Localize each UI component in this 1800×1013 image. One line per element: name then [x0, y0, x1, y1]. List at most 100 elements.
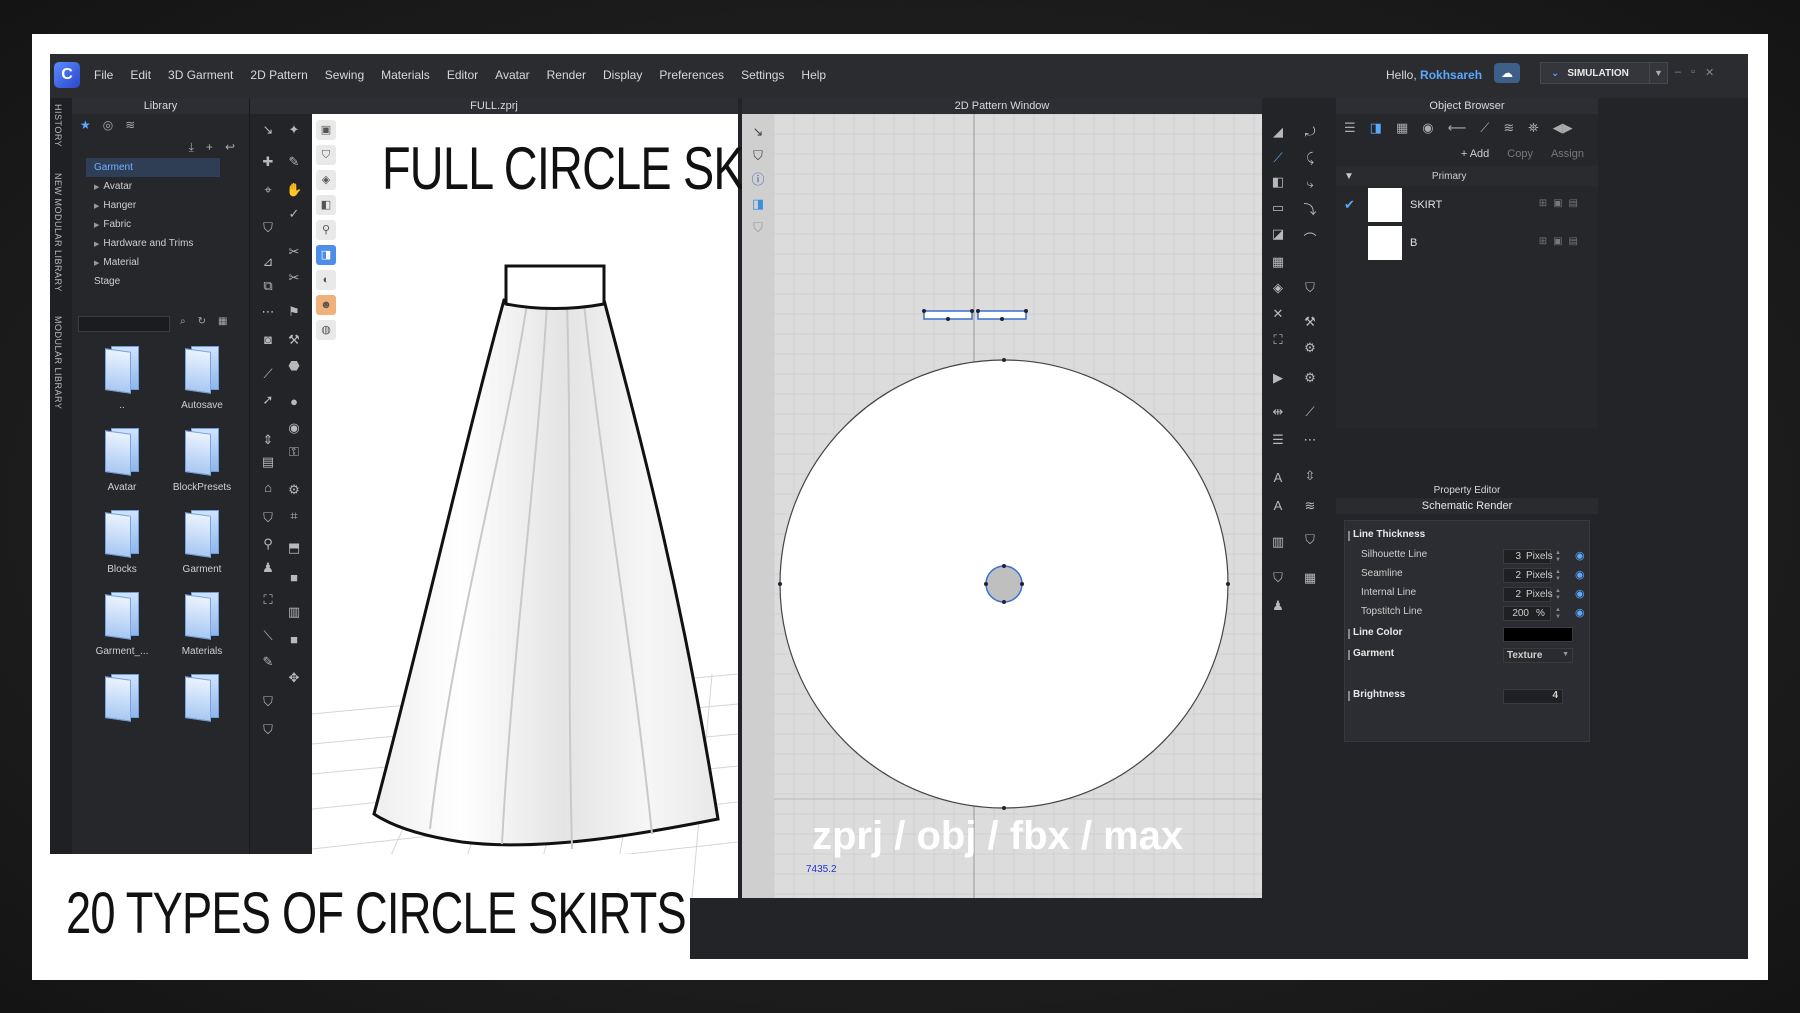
- line-color-swatch[interactable]: [1503, 627, 1573, 642]
- menu-2d-pattern[interactable]: 2D Pattern: [250, 68, 307, 82]
- sew-icon[interactable]: ⛶: [1270, 332, 1286, 348]
- edit-icon[interactable]: ✎: [286, 154, 302, 170]
- tree-item-avatar[interactable]: ▶ Avatar: [86, 177, 249, 196]
- delete-icon[interactable]: ▤: [1569, 236, 1578, 247]
- back-icon[interactable]: ↩: [225, 140, 235, 154]
- measure-icon[interactable]: ⌗: [286, 508, 302, 524]
- fold-icon[interactable]: ✓: [286, 206, 302, 222]
- check-icon[interactable]: ✔: [1344, 197, 1358, 213]
- avatar-pattern-icon[interactable]: ♟: [1270, 598, 1286, 614]
- puckering-icon[interactable]: ⚙: [286, 482, 302, 498]
- favorites-star-icon[interactable]: ★: [80, 118, 91, 132]
- delete-icon[interactable]: ▤: [1569, 198, 1578, 209]
- minimize-icon[interactable]: –: [1675, 66, 1681, 79]
- vertical-measure-icon[interactable]: ⇳: [1302, 468, 1318, 484]
- download-icon[interactable]: ⤓: [189, 140, 194, 154]
- tree-item-hanger[interactable]: ▶ Hanger: [86, 196, 249, 215]
- segment-icon[interactable]: ⊿: [260, 254, 276, 270]
- texture-tab-icon[interactable]: ▦: [1396, 120, 1408, 136]
- menu-settings[interactable]: Settings: [741, 68, 784, 82]
- graphic-tab-icon[interactable]: ⛯: [1528, 120, 1538, 136]
- stepper-icon[interactable]: ▲ ▼: [1555, 550, 1561, 564]
- expand-arrow-icon[interactable]: ▶: [94, 222, 99, 229]
- transform-icon[interactable]: ✚: [260, 154, 276, 170]
- add-point-icon[interactable]: ⤷: [1302, 176, 1318, 192]
- menu-sewing[interactable]: Sewing: [325, 68, 364, 82]
- internal-polygon-icon[interactable]: ◪: [1270, 226, 1286, 242]
- close-icon[interactable]: ✕: [1705, 66, 1714, 79]
- dart-icon[interactable]: ⌒: [1302, 232, 1318, 248]
- grain-icon[interactable]: ▥: [1270, 534, 1286, 550]
- circle-tool-icon[interactable]: ⤵: [1302, 202, 1318, 218]
- cut-icon[interactable]: ✂: [286, 244, 302, 260]
- move-icon[interactable]: ✥: [286, 670, 302, 686]
- copy-button[interactable]: Copy: [1507, 148, 1533, 160]
- pattern-2d-window[interactable]: ↘ ⛉ ⓘ ◨ ⛉ zprj / obj / fbx / max 7435.2: [742, 114, 1262, 898]
- menu-display[interactable]: Display: [603, 68, 642, 82]
- zipper-icon[interactable]: ⇕: [260, 432, 276, 448]
- folder-item[interactable]: [82, 674, 162, 740]
- shading-icon[interactable]: ⬣: [286, 358, 302, 374]
- pattern-canvas[interactable]: [742, 114, 1262, 898]
- folder-item[interactable]: BlockPresets: [162, 428, 242, 494]
- arrow-tool-icon[interactable]: ➚: [260, 392, 276, 408]
- notch-icon[interactable]: ◈: [1270, 280, 1286, 296]
- dress-icon[interactable]: ⛉: [260, 722, 276, 738]
- seam-icon[interactable]: ⧉: [260, 278, 276, 294]
- assign-button[interactable]: Assign: [1551, 148, 1584, 160]
- calendar-icon[interactable]: ▤: [260, 454, 276, 470]
- polygon-icon[interactable]: ◧: [1270, 174, 1286, 190]
- eye-icon[interactable]: ◉: [1575, 587, 1585, 600]
- eye-icon[interactable]: ◉: [1575, 568, 1585, 581]
- menu-file[interactable]: File: [94, 68, 113, 82]
- tree-item-fabric[interactable]: ▶ Fabric: [86, 215, 249, 234]
- dash-line-icon[interactable]: ⋯: [1302, 432, 1318, 448]
- scissors-icon[interactable]: ✂: [286, 270, 302, 286]
- button-tab-icon[interactable]: ◉: [1422, 120, 1433, 136]
- tree-item-garment[interactable]: Garment: [86, 158, 220, 177]
- edit-point-icon[interactable]: ⟋: [1270, 150, 1286, 166]
- fabric-tab-icon[interactable]: ◨: [1370, 120, 1382, 136]
- chevron-down-icon[interactable]: ▼: [1344, 171, 1354, 182]
- eye-icon[interactable]: ◉: [1575, 549, 1585, 562]
- cloud-library-icon[interactable]: ◎: [103, 118, 113, 132]
- buttonhole-icon[interactable]: ◉: [286, 420, 302, 436]
- layer-icon[interactable]: ▥: [286, 604, 302, 620]
- username[interactable]: Rokhsareh: [1420, 68, 1482, 82]
- sewing-arrange-icon[interactable]: ⚙: [1302, 370, 1318, 386]
- fit-icon[interactable]: ⛶: [260, 592, 276, 608]
- topstitch-line-value[interactable]: 200%: [1503, 606, 1551, 621]
- pencil-icon[interactable]: ✎: [260, 654, 276, 670]
- tab-new-modular-library[interactable]: NEW MODULAR LIBRARY: [53, 173, 63, 292]
- expand-arrow-icon[interactable]: ▶: [94, 203, 99, 210]
- fold-arrange-icon[interactable]: ⚒: [286, 332, 302, 348]
- simulation-dropdown-icon[interactable]: ▼: [1650, 62, 1668, 84]
- pull-icon[interactable]: ✋: [286, 182, 302, 198]
- menu-3d-garment[interactable]: 3D Garment: [168, 68, 233, 82]
- select-mesh-icon[interactable]: ↘: [260, 122, 276, 138]
- menu-materials[interactable]: Materials: [381, 68, 430, 82]
- fabric-item-b[interactable]: B ⊞ ▣ ▤: [1336, 224, 1598, 262]
- needle-icon[interactable]: ⟍: [260, 628, 276, 644]
- menu-help[interactable]: Help: [801, 68, 826, 82]
- menu-editor[interactable]: Editor: [447, 68, 478, 82]
- shirt-icon[interactable]: ⛉: [260, 510, 276, 526]
- add-icon[interactable]: ⊞: [1539, 236, 1547, 247]
- folder-item[interactable]: [162, 674, 242, 740]
- zigzag-tab-icon[interactable]: ≋: [1503, 120, 1514, 136]
- camera-icon[interactable]: ◙: [260, 332, 276, 348]
- box-icon[interactable]: ■: [286, 570, 302, 586]
- garment-render-select[interactable]: Texture ▼: [1503, 648, 1573, 663]
- fabric-item-skirt[interactable]: ✔ SKIRT ⊞ ▣ ▤: [1336, 186, 1598, 224]
- grid-view-icon[interactable]: ▦: [218, 316, 227, 327]
- connect-icon[interactable]: ≋: [125, 118, 135, 132]
- stepper-icon[interactable]: ▲ ▼: [1555, 569, 1561, 583]
- menu-preferences[interactable]: Preferences: [659, 68, 724, 82]
- table-icon[interactable]: ▦: [1302, 570, 1318, 586]
- menu-render[interactable]: Render: [547, 68, 586, 82]
- zigzag-icon[interactable]: ≋: [1302, 498, 1318, 514]
- add-icon[interactable]: ⊞: [1539, 198, 1547, 209]
- expand-arrow-icon[interactable]: ▶: [94, 184, 99, 191]
- list-icon[interactable]: ☰: [1344, 120, 1356, 136]
- top-icon[interactable]: ⛉: [260, 694, 276, 710]
